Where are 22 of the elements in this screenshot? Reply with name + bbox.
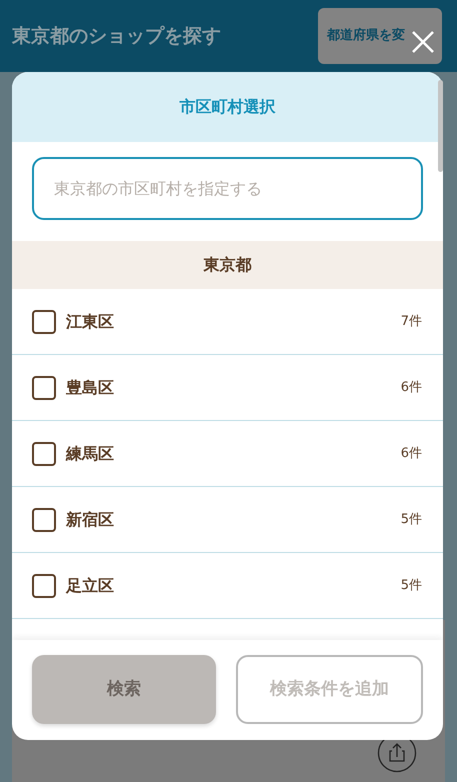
checkbox[interactable] [32,442,56,466]
city-name: 江東区 [66,310,115,332]
checkbox[interactable] [32,574,56,598]
shop-count: 5件 [400,510,422,529]
modal-title: 市区町村選択 [180,96,276,118]
shop-count: 7件 [400,312,422,331]
page-title: 東京都のショップを探す [12,24,221,49]
shop-count: 6件 [400,378,422,397]
shop-count: 6件 [400,444,422,463]
city-name: 豊島区 [66,376,115,398]
city-name: 新宿区 [66,508,115,530]
shop-count: 5件 [400,576,422,595]
checkbox[interactable] [32,310,56,334]
section-header: 東京都 [204,254,252,276]
search-field[interactable]: 東京都の市区町村を指定する [32,157,423,220]
close-icon[interactable] [410,29,436,55]
city-name: 練馬区 [66,442,115,464]
city-name: 足立区 [66,574,115,596]
checkbox[interactable] [32,376,56,400]
scrollbar[interactable] [438,80,443,172]
checkbox[interactable] [32,508,56,532]
change-prefecture-button[interactable]: 都道府県を変 [318,8,442,64]
